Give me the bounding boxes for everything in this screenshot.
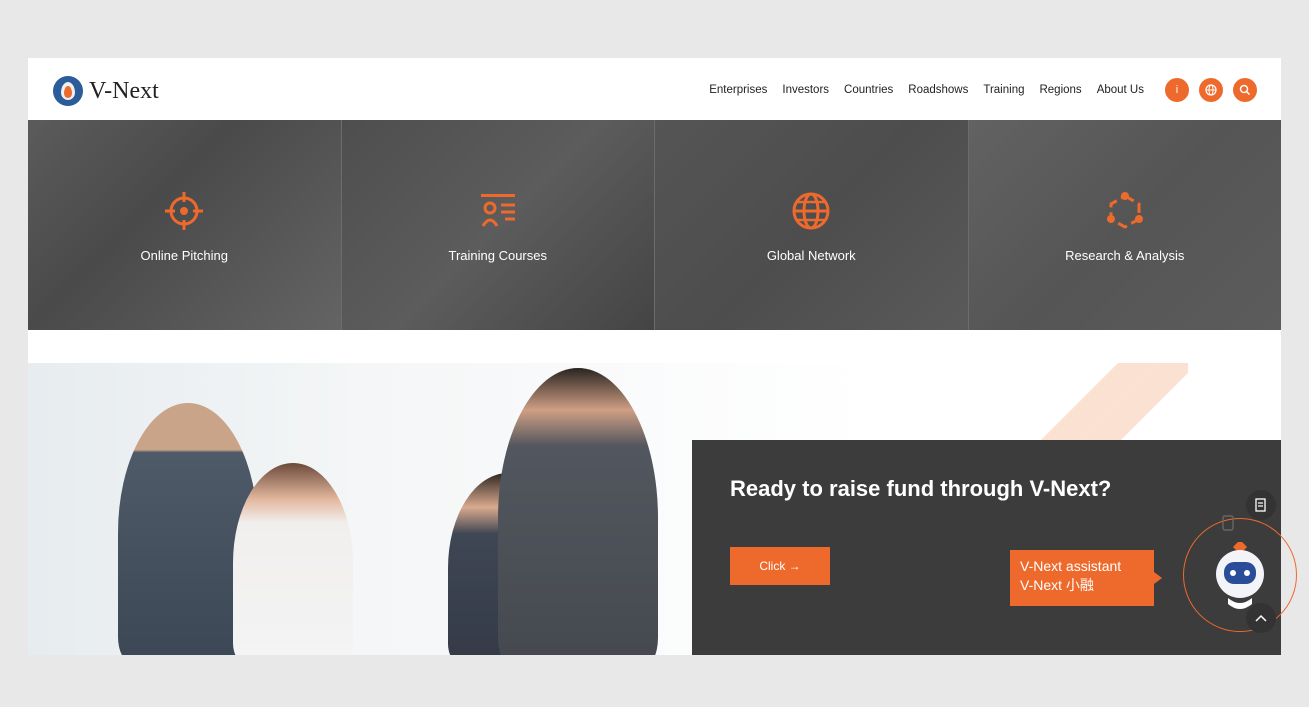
collapse-icon[interactable]: [1246, 603, 1276, 633]
person-figure: [233, 463, 353, 655]
assistant-title: V-Next assistant: [1020, 558, 1122, 574]
tile-label: Training Courses: [448, 247, 547, 263]
hero-section: Ready to raise fund through V-Next? Clic…: [28, 363, 1281, 655]
brand-logo[interactable]: V-Next: [53, 76, 159, 106]
nav-investors[interactable]: Investors: [782, 84, 829, 96]
tile-label: Global Network: [766, 247, 856, 263]
logo-icon: [53, 76, 83, 106]
tile-research-analysis[interactable]: Research & Analysis: [968, 120, 1281, 330]
nav-countries[interactable]: Countries: [844, 84, 893, 96]
tile-label: Research & Analysis: [1065, 247, 1185, 263]
course-icon: [480, 193, 515, 227]
document-icon[interactable]: [1246, 490, 1276, 520]
mobile-icon[interactable]: [1213, 508, 1243, 538]
mobile-glyph-icon: [1222, 515, 1234, 531]
feature-tiles: Online Pitching Training Courses Global …: [28, 120, 1281, 330]
info-icon[interactable]: i: [1165, 78, 1189, 102]
target-icon: [165, 191, 204, 230]
nav-roadshows[interactable]: Roadshows: [908, 84, 968, 96]
nav-training[interactable]: Training: [983, 84, 1024, 96]
globe-glyph-icon: [1205, 84, 1217, 96]
nav-icon-group: i: [1165, 78, 1257, 102]
document-glyph-icon: [1255, 498, 1266, 512]
assistant-tooltip[interactable]: V-Next assistant V-Next 小融: [1010, 550, 1162, 606]
tile-training-courses[interactable]: Training Courses: [341, 120, 655, 330]
decorative-stripes: [1038, 363, 1188, 443]
person-figure: [498, 368, 658, 655]
cta-title: Ready to raise fund through V-Next?: [730, 476, 1112, 501]
search-glyph-icon: [1239, 84, 1251, 96]
main-nav: Enterprises Investors Countries Roadshow…: [709, 78, 1257, 102]
chevron-up-icon: [1255, 614, 1267, 622]
tile-label: Online Pitching: [140, 247, 228, 263]
brand-name: V-Next: [89, 77, 159, 104]
nav-regions[interactable]: Regions: [1039, 84, 1081, 96]
site-header: V-Next Enterprises Investors Countries R…: [28, 58, 1281, 120]
globe-icon: [792, 192, 830, 229]
nav-enterprises[interactable]: Enterprises: [709, 84, 767, 96]
tile-online-pitching[interactable]: Online Pitching: [28, 120, 342, 330]
network-icon: [1106, 191, 1143, 229]
nav-about-us[interactable]: About Us: [1097, 84, 1144, 96]
search-icon[interactable]: [1233, 78, 1257, 102]
globe-icon[interactable]: [1199, 78, 1223, 102]
assistant-subtitle: V-Next 小融: [1020, 577, 1094, 593]
click-button[interactable]: Click →: [730, 547, 830, 585]
tile-global-network[interactable]: Global Network: [655, 120, 969, 330]
